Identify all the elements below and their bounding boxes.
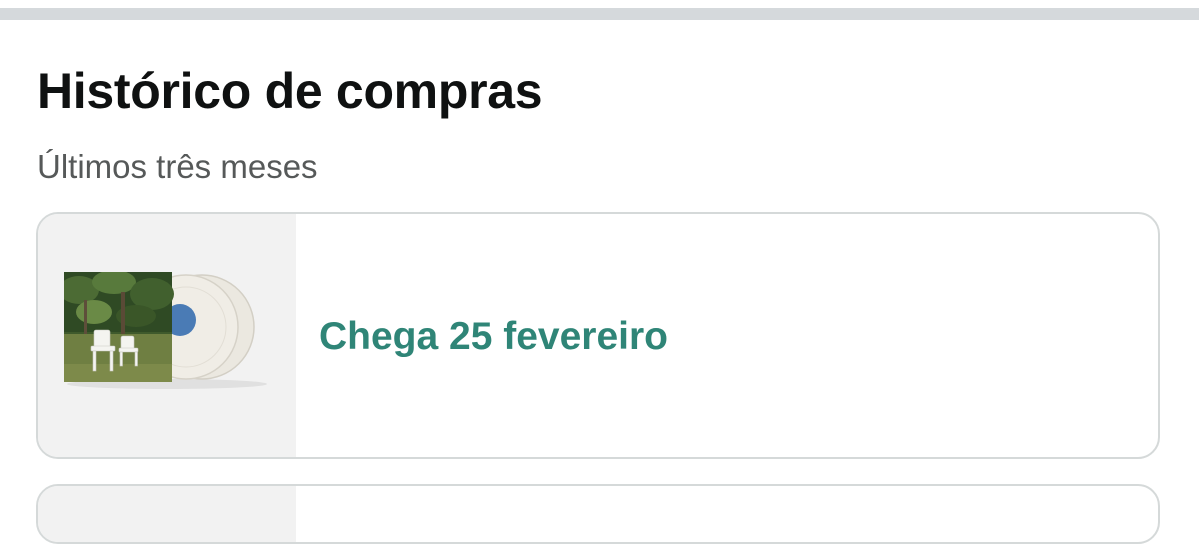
page-subtitle: Últimos três meses <box>37 148 318 185</box>
top-divider-bar <box>0 8 1199 20</box>
order-card[interactable] <box>36 484 1160 544</box>
product-thumbnail[interactable] <box>38 214 296 457</box>
delivery-status[interactable]: Chega 25 fevereiro <box>319 314 668 360</box>
page-title: Histórico de compras <box>37 63 543 119</box>
vinyl-album-cover-icon <box>64 272 267 389</box>
product-thumbnail[interactable] <box>38 486 296 542</box>
order-card[interactable]: Chega 25 fevereiro <box>36 212 1160 459</box>
